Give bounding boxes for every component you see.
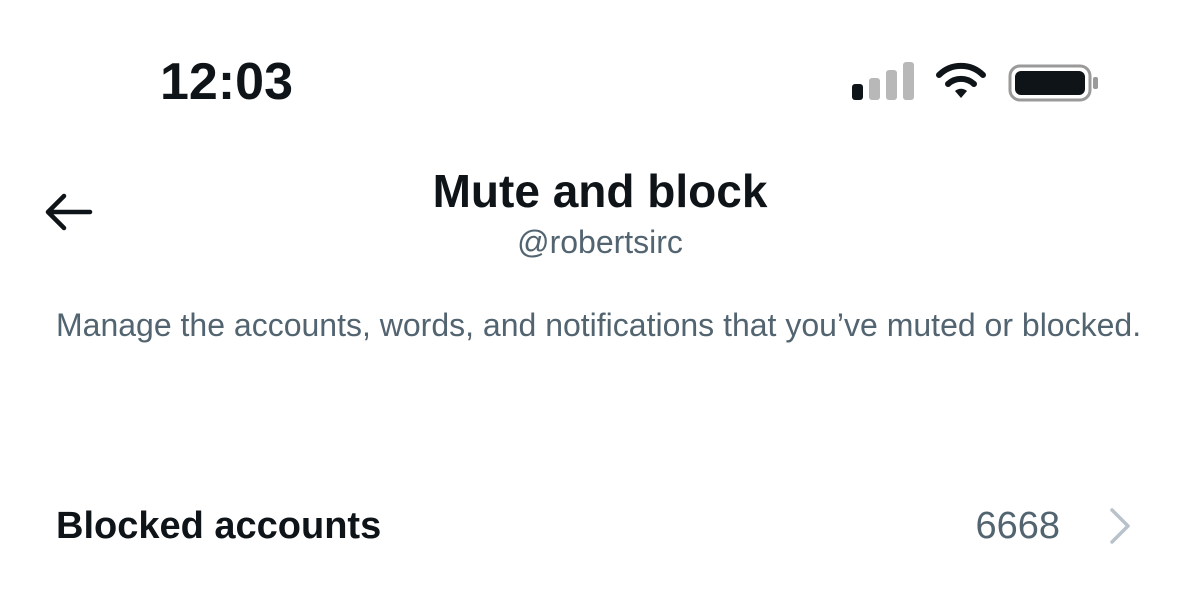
page-title: Mute and block: [432, 165, 768, 217]
status-bar-time: 12:03: [160, 53, 293, 111]
battery-icon: [1008, 64, 1098, 102]
blocked-accounts-label: Blocked accounts: [56, 505, 382, 547]
page-description: Manage the accounts, words, and notifica…: [56, 307, 1142, 343]
blocked-accounts-row[interactable]: Blocked accounts 6668: [0, 488, 1200, 564]
mute-and-block-screen: 12:03 Mute and block @robertsirc Manage …: [0, 0, 1200, 595]
cellular-signal-icon: [852, 62, 914, 100]
account-handle: @robertsirc: [517, 224, 683, 260]
chevron-right-icon: [1110, 508, 1130, 544]
wifi-icon: [936, 62, 986, 98]
blocked-accounts-count: 6668: [975, 505, 1060, 547]
